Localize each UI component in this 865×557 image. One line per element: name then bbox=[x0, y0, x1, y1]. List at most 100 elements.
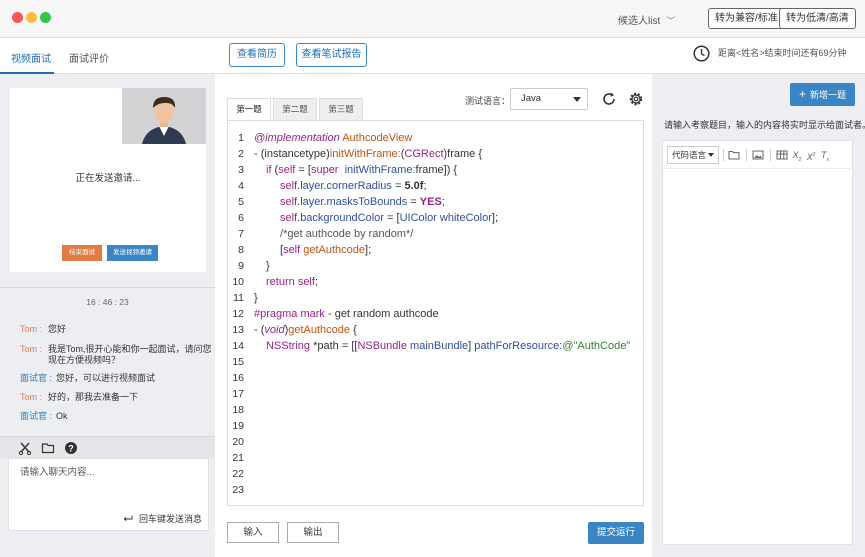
code-language-select[interactable]: 代码语言 bbox=[667, 146, 719, 164]
line-number: 15 bbox=[232, 356, 244, 368]
toolbar-divider bbox=[770, 149, 771, 161]
send-hint: ⮠ 回车键发送消息 bbox=[123, 511, 202, 526]
code-line: [self getAuthcode]; bbox=[280, 244, 372, 256]
left-tabs: 视频面试 面试评价 bbox=[0, 38, 215, 74]
candidate-list-label: 候选人list bbox=[618, 16, 661, 27]
close-window-button[interactable] bbox=[12, 12, 23, 23]
tab-question-2[interactable]: 第二题 bbox=[273, 98, 317, 120]
quality-mode-button[interactable]: 转为低清/高清 bbox=[779, 8, 856, 29]
chat-text: 您好 bbox=[48, 324, 67, 334]
send-hint-text: 回车键发送消息 bbox=[138, 514, 202, 524]
superscript-icon[interactable]: X2 bbox=[805, 149, 817, 162]
folder-icon[interactable] bbox=[728, 149, 740, 161]
question-editor[interactable]: 代码语言 X2 X2 Tx bbox=[662, 140, 854, 545]
line-number: 20 bbox=[232, 436, 244, 448]
toolbar-divider bbox=[723, 149, 724, 161]
editor-toolbar: 代码语言 X2 X2 Tx bbox=[663, 141, 854, 169]
table-icon[interactable] bbox=[776, 149, 788, 161]
chat-sender: 面试官 : bbox=[20, 411, 53, 421]
chat-input[interactable]: 请输入聊天内容... ⮠ 回车键发送消息 bbox=[8, 458, 209, 531]
tab-interview-evaluation[interactable]: 面试评价 bbox=[69, 50, 109, 65]
toolbar-divider bbox=[746, 149, 747, 161]
line-number: 19 bbox=[232, 420, 244, 432]
settings-gear-icon[interactable] bbox=[628, 91, 644, 107]
scissors-icon[interactable] bbox=[18, 441, 32, 455]
view-test-report-button[interactable]: 查看笔试报告 bbox=[296, 43, 367, 67]
countdown-text: 距离<姓名>结束时间还有69分钟 bbox=[718, 47, 847, 58]
line-number: 13 bbox=[232, 324, 244, 336]
image-icon[interactable] bbox=[752, 149, 764, 161]
right-panel: + 新增一题 请输入考察题目，输入的内容将实时显示给面试者。 代码语言 X2 X2… bbox=[652, 74, 865, 557]
code-language-select-value: 代码语言 bbox=[672, 150, 707, 160]
clock-icon bbox=[693, 45, 710, 62]
line-number: 4 bbox=[238, 180, 244, 192]
line-number: 9 bbox=[238, 260, 244, 272]
video-area: 正在发送邀请... 结束面试 发送视频邀请 bbox=[10, 88, 206, 272]
countdown-timer: 距离<姓名>结束时间还有69分钟 bbox=[693, 45, 847, 62]
chat-sender: 面试官 : bbox=[20, 373, 53, 383]
chat-sender: Tom : bbox=[20, 344, 43, 354]
help-icon[interactable]: ? bbox=[64, 441, 78, 455]
code-line: - (instancetype)initWithFrame:(CGRect)fr… bbox=[254, 148, 483, 160]
chat-message: Tom : 好的，那我去准备一下 bbox=[20, 391, 138, 403]
chat-text: 您好，可以进行视频面试 bbox=[56, 373, 156, 383]
line-number: 12 bbox=[232, 308, 244, 320]
code-line: self.backgroundColor = [UIColor whiteCol… bbox=[280, 212, 499, 224]
line-number: 21 bbox=[232, 452, 244, 464]
chat-toolbar: ? bbox=[0, 436, 215, 458]
tab-video-interview[interactable]: 视频面试 bbox=[11, 50, 51, 65]
chat-text: 好的，那我去准备一下 bbox=[48, 392, 139, 402]
chat-message: 面试官 : Ok bbox=[20, 410, 68, 422]
line-number: 7 bbox=[238, 228, 244, 240]
code-line: self.layer.masksToBounds = YES; bbox=[280, 196, 445, 208]
code-line: /*get authcode by random*/ bbox=[280, 228, 414, 240]
input-button[interactable]: 输入 bbox=[227, 522, 279, 543]
chat-message: Tom : 您好 bbox=[20, 323, 66, 335]
end-interview-button[interactable]: 结束面试 bbox=[62, 245, 102, 261]
maximize-window-button[interactable] bbox=[40, 12, 51, 23]
add-question-button[interactable]: + 新增一题 bbox=[790, 83, 855, 106]
tab-question-1[interactable]: 第一题 bbox=[227, 98, 271, 120]
code-line: } bbox=[266, 260, 270, 272]
chat-sender: Tom : bbox=[20, 324, 43, 334]
send-video-invite-button[interactable]: 发送视频邀请 bbox=[107, 245, 158, 261]
return-key-icon: ⮠ bbox=[123, 511, 133, 525]
caret-down-icon bbox=[573, 97, 581, 102]
refresh-icon[interactable] bbox=[601, 91, 617, 107]
chevron-down-icon: ﹀ bbox=[666, 16, 676, 26]
svg-text:?: ? bbox=[68, 443, 74, 453]
avatar bbox=[122, 88, 206, 144]
compat-mode-button[interactable]: 转为兼容/标准 bbox=[708, 8, 785, 29]
line-number: 10 bbox=[232, 276, 244, 288]
line-number: 18 bbox=[232, 404, 244, 416]
tab-question-3[interactable]: 第三题 bbox=[319, 98, 363, 120]
language-select-value: Java bbox=[521, 93, 542, 104]
add-question-label: 新增一题 bbox=[810, 90, 847, 100]
code-editor[interactable]: 1 @implementation AuthcodeView 2 - (instan… bbox=[227, 120, 644, 506]
line-number: 22 bbox=[232, 468, 244, 480]
code-line: NSString *path = [[NSBundle mainBundle] … bbox=[266, 340, 631, 352]
candidate-list-dropdown[interactable]: 候选人list ﹀ bbox=[618, 12, 675, 27]
top-toolbar: 查看简历 查看笔试报告 距离<姓名>结束时间还有69分钟 bbox=[215, 38, 865, 74]
title-bar: 候选人list ﹀ 转为兼容/标准 转为低清/高清 bbox=[0, 0, 865, 38]
output-button[interactable]: 输出 bbox=[287, 522, 339, 543]
subscript-icon[interactable]: X2 bbox=[791, 149, 803, 163]
line-number: 17 bbox=[232, 388, 244, 400]
line-number: 2 bbox=[238, 148, 244, 160]
line-number: 8 bbox=[238, 244, 244, 256]
clear-format-icon[interactable]: Tx bbox=[819, 149, 831, 163]
chat-message: Tom : 我是Tom,很开心能和你一起面试，请问您 现在方便视频吗？ bbox=[20, 343, 212, 365]
question-hint: 请输入考察题目，输入的内容将实时显示给面试者。 bbox=[664, 120, 865, 130]
chat-timestamp: 16 : 46 : 23 bbox=[86, 297, 129, 307]
code-line: - (void)getAuthcode { bbox=[254, 324, 357, 336]
view-resume-button[interactable]: 查看简历 bbox=[229, 43, 285, 67]
code-line: if (self = [super initWithFrame:frame]) … bbox=[266, 164, 458, 176]
video-status-text: 正在发送邀请... bbox=[75, 173, 141, 184]
chat-text-continued: 现在方便视频吗？ bbox=[48, 355, 121, 365]
divider bbox=[0, 287, 215, 288]
submit-run-button[interactable]: 提交运行 bbox=[588, 522, 644, 544]
minimize-window-button[interactable] bbox=[26, 12, 37, 23]
line-number: 6 bbox=[238, 212, 244, 224]
folder-icon[interactable] bbox=[41, 441, 55, 455]
language-select[interactable]: Java bbox=[510, 88, 588, 110]
